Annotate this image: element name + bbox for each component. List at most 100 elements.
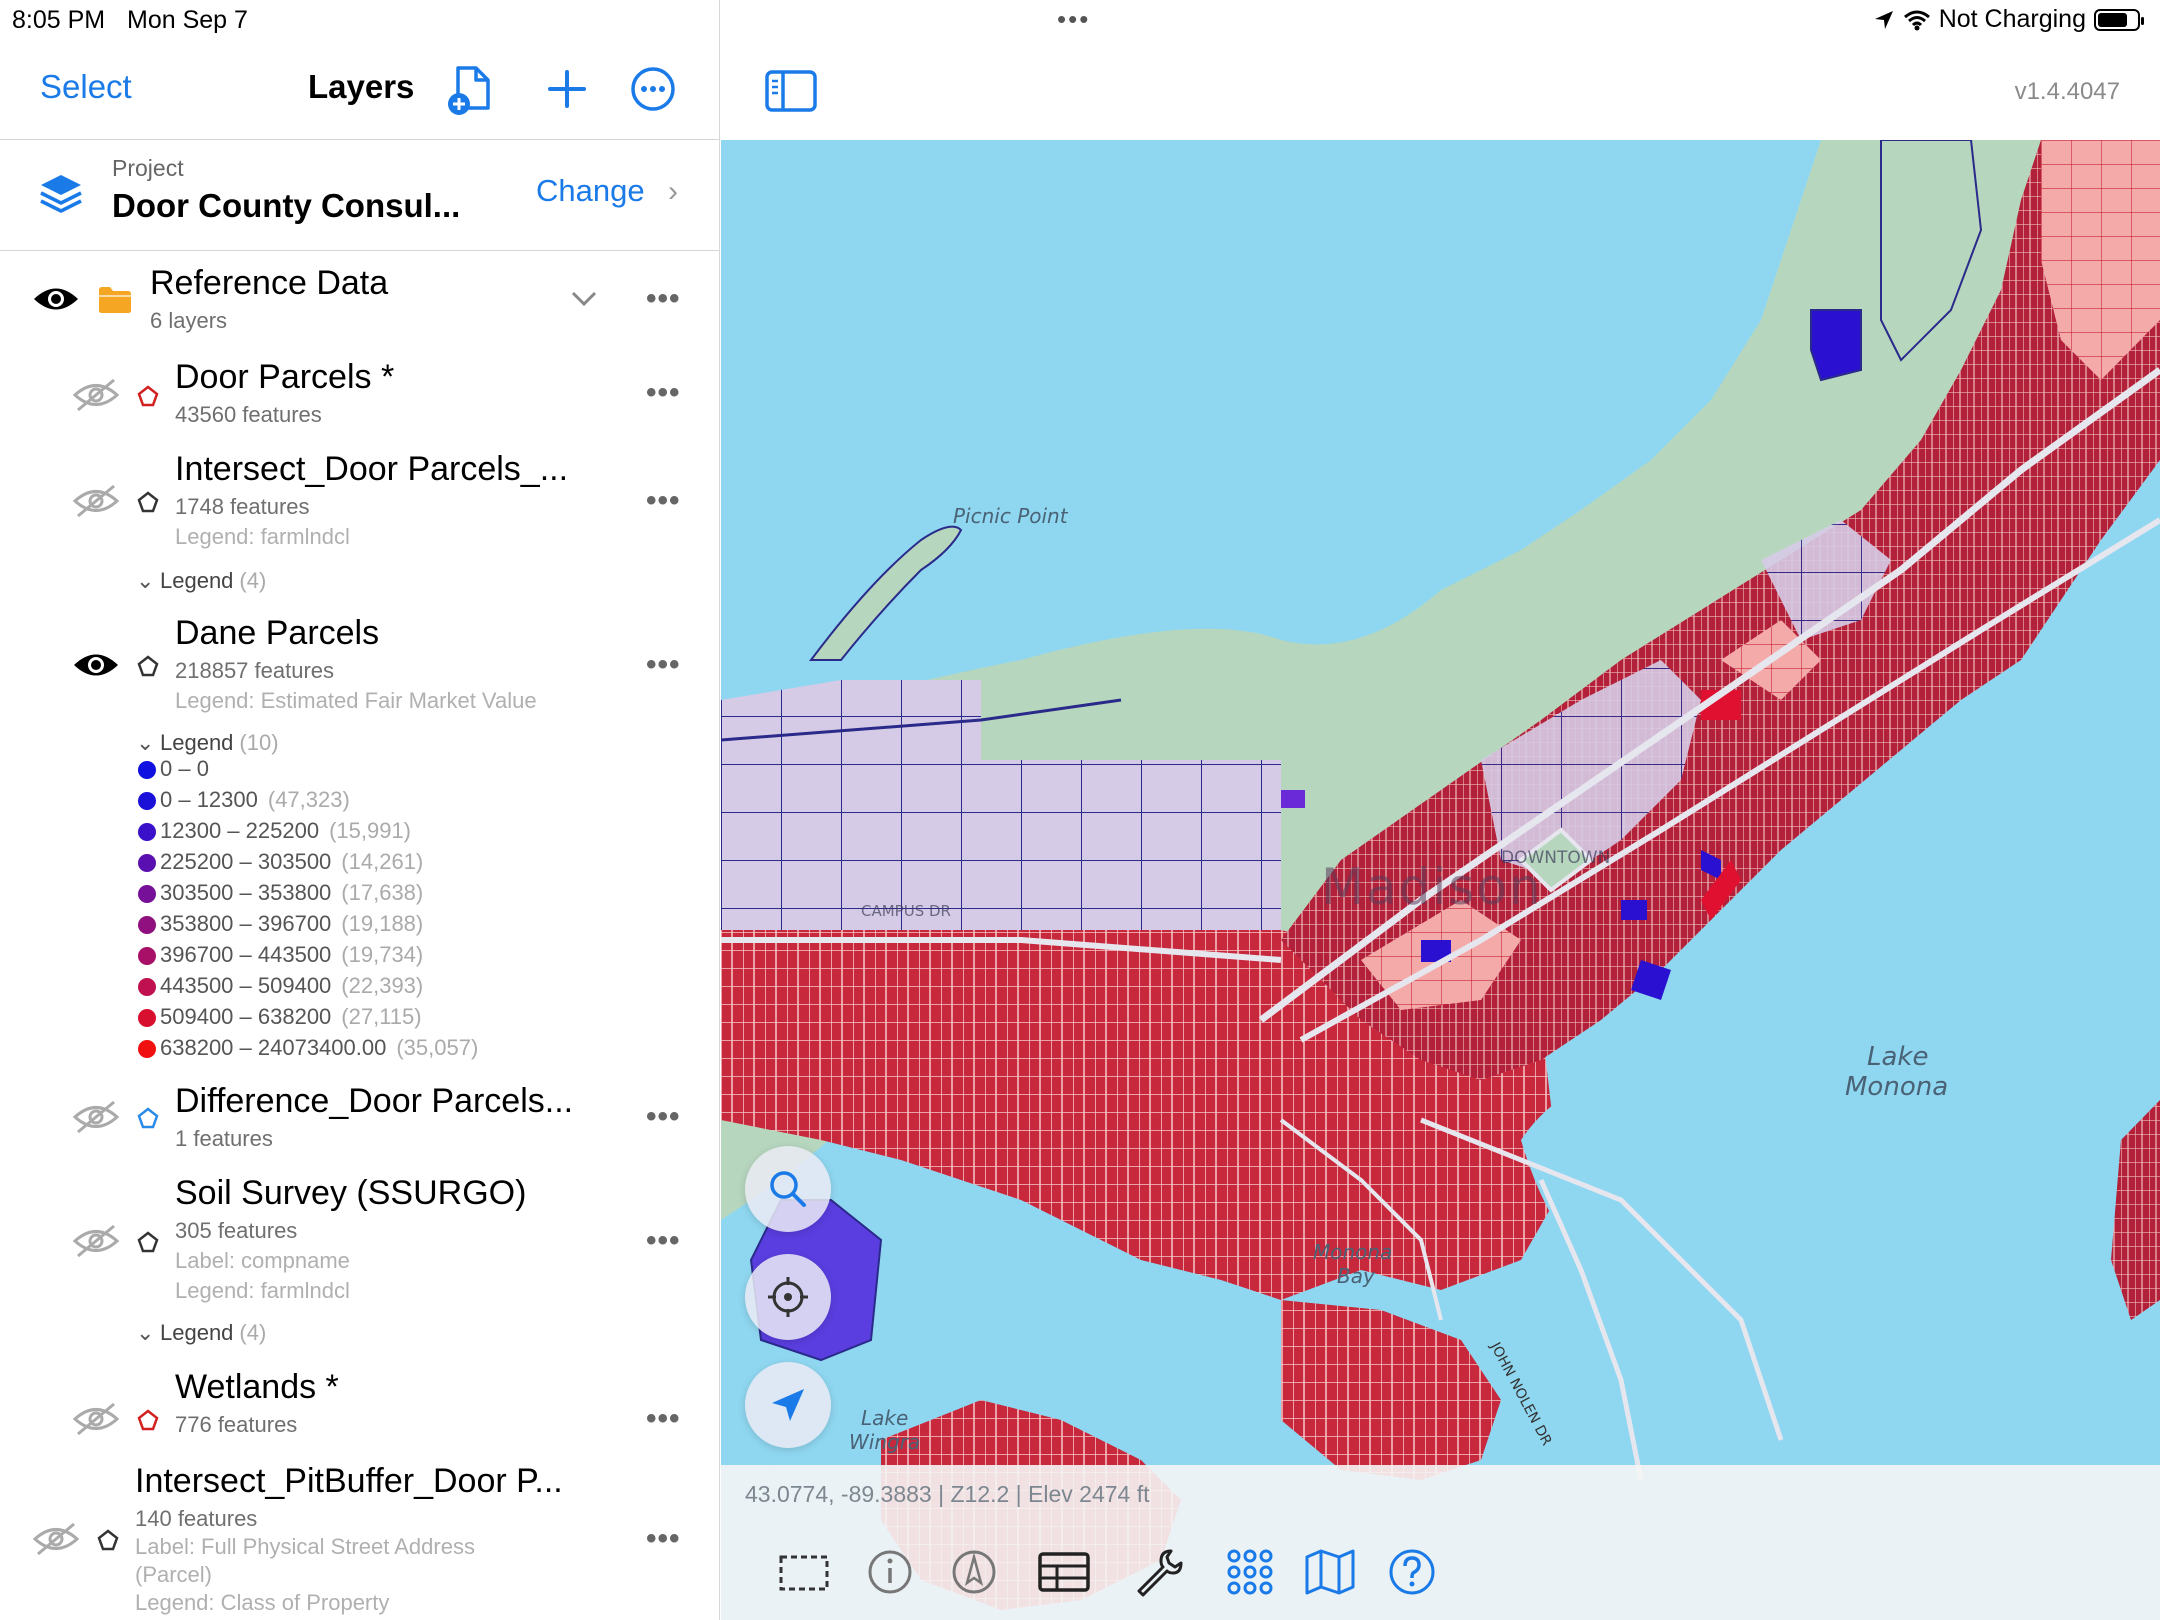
layers-sidebar: Select Layers Project Door County Consul… bbox=[0, 0, 720, 1620]
legend-item-count: (14,261) bbox=[341, 849, 424, 874]
layer-name: Dane Parcels bbox=[175, 614, 380, 652]
layer-row-wetlands[interactable]: Wetlands * 776 features ••• bbox=[0, 1362, 719, 1454]
compass-icon[interactable] bbox=[947, 1545, 1001, 1599]
legend-color-swatch bbox=[138, 916, 156, 934]
battery-icon bbox=[2094, 8, 2144, 31]
legend-header: Legend bbox=[160, 568, 234, 593]
layer-more-button[interactable]: ••• bbox=[646, 1100, 681, 1134]
legend-toggle[interactable]: ⌄ Legend (4) bbox=[136, 1320, 267, 1346]
map-bottom-toolbar: 43.0774, -89.3883 | Z12.2 | Elev 2474 ft bbox=[721, 1465, 2160, 1620]
layer-legend-label: Legend: farmlndcl bbox=[175, 524, 350, 549]
map-icon[interactable] bbox=[1303, 1545, 1357, 1599]
layer-name: Wetlands * bbox=[175, 1368, 339, 1406]
coordinates-readout: 43.0774, -89.3883 | Z12.2 | Elev 2474 ft bbox=[745, 1481, 1150, 1507]
map-canvas[interactable]: Picnic Point Madison DOWNTOWN CAMPUS DR … bbox=[721, 140, 2160, 1620]
hidden-eye-icon[interactable] bbox=[72, 1100, 120, 1134]
polygon-icon bbox=[137, 1409, 159, 1431]
legend-color-swatch bbox=[138, 761, 156, 779]
chevron-down-icon: ⌄ bbox=[136, 1320, 155, 1345]
layer-features: 140 features bbox=[135, 1506, 258, 1531]
legend-range: 12300 – 225200 bbox=[160, 818, 320, 843]
sidebar-title: Layers bbox=[308, 68, 415, 105]
layer-row-intersect-pitbuffer[interactable]: Intersect_PitBuffer_Door P... 140 featur… bbox=[0, 1456, 719, 1620]
group-name: Reference Data bbox=[150, 264, 389, 302]
project-name: Door County Consul... bbox=[112, 187, 461, 224]
project-label: Project bbox=[112, 155, 184, 181]
map-area: v1.4.4047 Picnic Point Madison DOWNTOWN … bbox=[721, 0, 2160, 1620]
polygon-icon bbox=[137, 491, 159, 513]
wrench-icon[interactable] bbox=[1131, 1545, 1185, 1599]
legend-toggle[interactable]: ⌄ Legend (10) bbox=[136, 730, 279, 756]
legend-range: 303500 – 353800 bbox=[160, 880, 332, 905]
map-location-button[interactable] bbox=[745, 1362, 831, 1448]
sidebar-navbar: Select Layers bbox=[0, 40, 719, 140]
visible-eye-icon[interactable] bbox=[32, 282, 80, 316]
map-search-button[interactable] bbox=[745, 1146, 831, 1232]
legend-color-swatch bbox=[138, 978, 156, 996]
layer-row-difference-door-parcels[interactable]: Difference_Door Parcels... 1 features ••… bbox=[0, 1076, 719, 1168]
legend-item: 396700 – 443500 (19,734) bbox=[138, 942, 423, 972]
hidden-eye-icon[interactable] bbox=[32, 1522, 80, 1556]
change-project-button[interactable]: Change bbox=[536, 173, 645, 209]
map-label-monona-bay-line2: Bay bbox=[1337, 1264, 1375, 1288]
layer-group-reference-data[interactable]: Reference Data 6 layers ••• bbox=[0, 252, 719, 344]
location-arrow-icon bbox=[772, 1389, 804, 1421]
wifi-icon bbox=[1903, 10, 1930, 30]
legend-item: 509400 – 638200 (27,115) bbox=[138, 1004, 422, 1034]
group-more-button[interactable]: ••• bbox=[646, 282, 681, 316]
folder-icon bbox=[99, 287, 131, 313]
attribute-table-icon[interactable] bbox=[1037, 1545, 1091, 1599]
layer-row-soil-survey[interactable]: Soil Survey (SSURGO) 305 features Label:… bbox=[0, 1170, 719, 1360]
layer-legend-label: Legend: Estimated Fair Market Value bbox=[175, 688, 537, 713]
map-label-lake-wingra-line2: Wingra bbox=[849, 1430, 921, 1454]
layer-more-button[interactable]: ••• bbox=[646, 648, 681, 682]
search-icon bbox=[770, 1171, 806, 1207]
selection-rectangle-icon[interactable] bbox=[777, 1545, 831, 1599]
add-file-icon[interactable] bbox=[444, 62, 498, 116]
more-options-icon[interactable] bbox=[626, 62, 680, 116]
select-button[interactable]: Select bbox=[40, 68, 132, 106]
layer-label-label-cont: (Parcel) bbox=[135, 1562, 213, 1587]
legend-range: 396700 – 443500 bbox=[160, 942, 332, 967]
layer-features: 218857 features bbox=[175, 658, 335, 683]
legend-range: 509400 – 638200 bbox=[160, 1004, 332, 1029]
multitasking-dots-icon[interactable]: ••• bbox=[1057, 4, 1090, 35]
legend-count: (4) bbox=[239, 568, 267, 593]
help-icon[interactable] bbox=[1385, 1545, 1439, 1599]
layer-more-button[interactable]: ••• bbox=[646, 376, 681, 410]
legend-item: 12300 – 225200 (15,991) bbox=[138, 818, 412, 848]
layer-more-button[interactable]: ••• bbox=[646, 484, 681, 518]
map-label-picnic-point: Picnic Point bbox=[953, 504, 1068, 528]
legend-range: 225200 – 303500 bbox=[160, 849, 332, 874]
layer-more-button[interactable]: ••• bbox=[646, 1522, 681, 1556]
layer-row-door-parcels[interactable]: Door Parcels * 43560 features ••• bbox=[0, 346, 719, 438]
map-center-button[interactable] bbox=[745, 1254, 831, 1340]
layer-row-intersect-door-parcels[interactable]: Intersect_Door Parcels_... 1748 features… bbox=[0, 440, 719, 600]
legend-toggle[interactable]: ⌄ Legend (4) bbox=[136, 568, 267, 594]
hidden-eye-icon[interactable] bbox=[72, 484, 120, 518]
legend-count: (4) bbox=[239, 1320, 267, 1345]
chevron-down-icon[interactable] bbox=[570, 290, 598, 308]
layer-name: Intersect_Door Parcels_... bbox=[175, 450, 569, 488]
layer-name: Soil Survey (SSURGO) bbox=[175, 1174, 527, 1212]
legend-color-swatch bbox=[138, 947, 156, 965]
sidebar-toggle-icon[interactable] bbox=[765, 70, 817, 112]
hidden-eye-icon[interactable] bbox=[72, 378, 120, 412]
apps-grid-icon[interactable] bbox=[1223, 1545, 1277, 1599]
info-icon[interactable] bbox=[863, 1545, 917, 1599]
legend-item-count: (15,991) bbox=[329, 818, 412, 843]
hidden-eye-icon[interactable] bbox=[72, 1224, 120, 1258]
hidden-eye-icon[interactable] bbox=[72, 1402, 120, 1436]
status-bar: 8:05 PM Mon Sep 7 ••• Not Charging bbox=[0, 0, 2160, 40]
visible-eye-icon[interactable] bbox=[72, 648, 120, 682]
project-selector[interactable]: Project Door County Consul... Change › bbox=[0, 141, 719, 251]
legend-range: 443500 – 509400 bbox=[160, 973, 332, 998]
chevron-down-icon: ⌄ bbox=[136, 568, 155, 593]
layer-more-button[interactable]: ••• bbox=[646, 1224, 681, 1258]
location-arrow-icon bbox=[1874, 10, 1893, 29]
legend-item: 0 – 12300 (47,323) bbox=[138, 787, 350, 817]
layer-more-button[interactable]: ••• bbox=[646, 1402, 681, 1436]
add-icon[interactable] bbox=[540, 62, 594, 116]
charging-status: Not Charging bbox=[1938, 5, 2086, 33]
layer-row-dane-parcels[interactable]: Dane Parcels 218857 features Legend: Est… bbox=[0, 608, 719, 728]
